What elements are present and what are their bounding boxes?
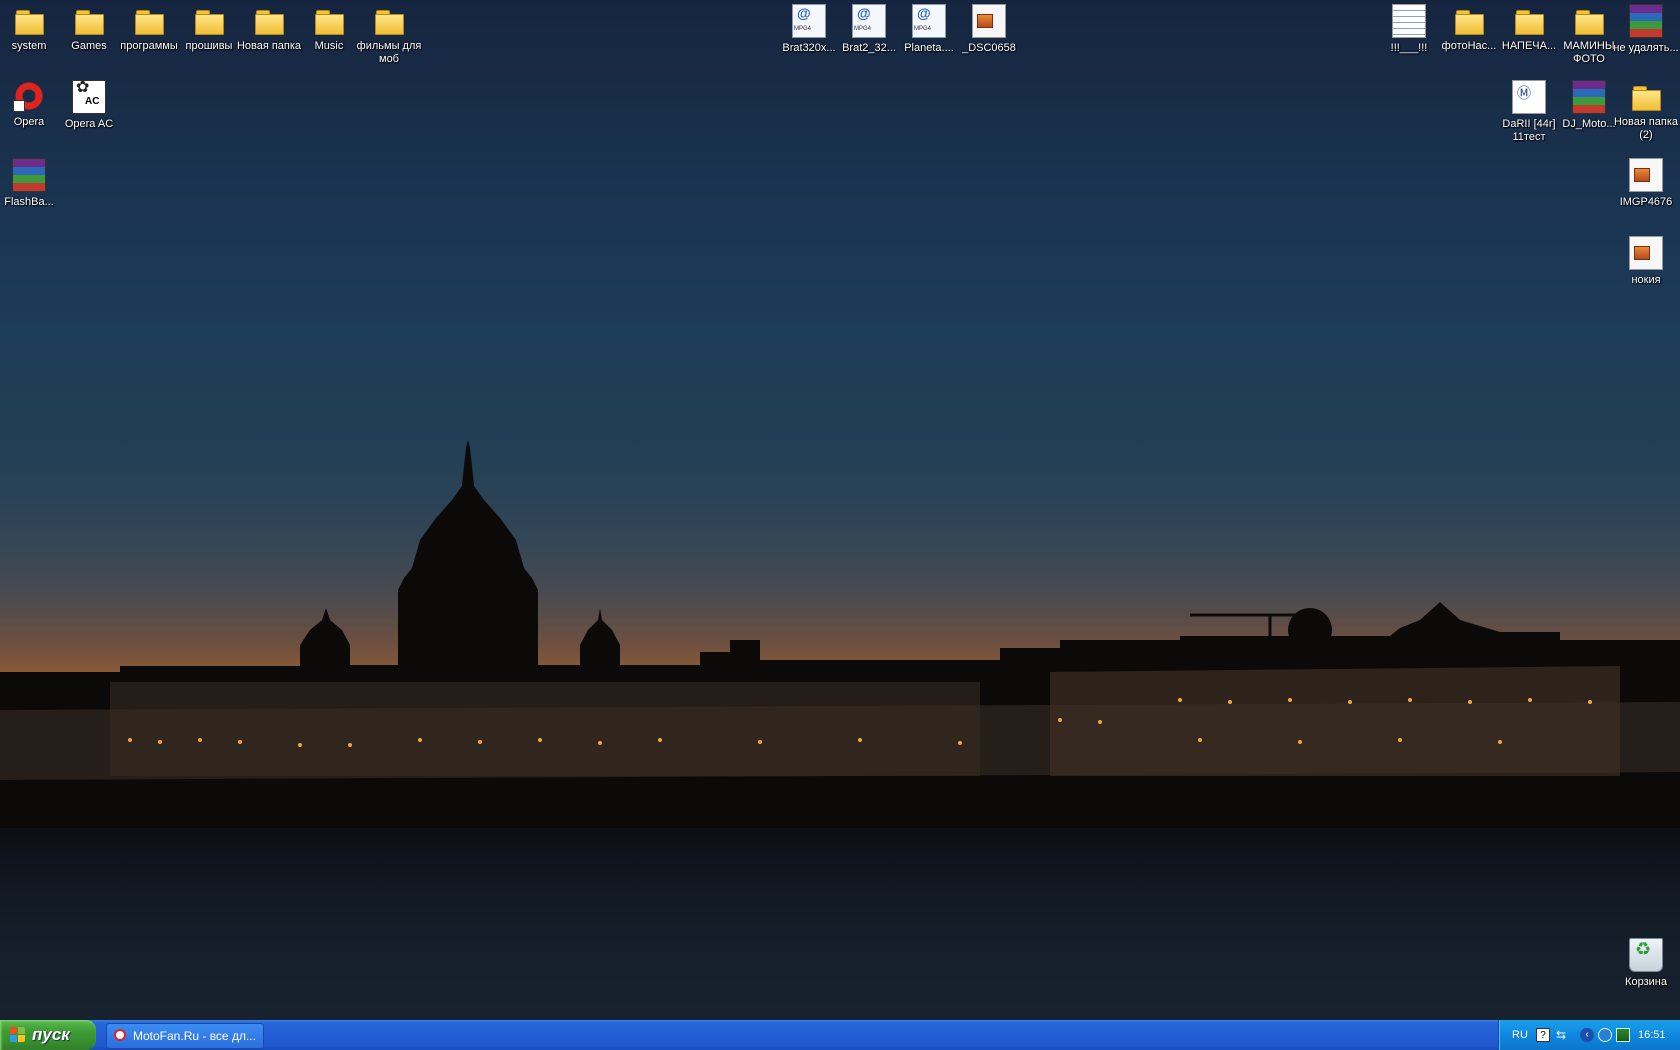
desktop-icon-flashba[interactable]: FlashBa... xyxy=(0,158,63,209)
folder-icon xyxy=(313,4,345,36)
folder-icon xyxy=(253,4,285,36)
folder-icon xyxy=(1513,4,1545,36)
wallpaper-river xyxy=(0,828,1680,1020)
start-label: пуск xyxy=(32,1025,70,1044)
desktop-icon-dsc0658[interactable]: _DSC0658 xyxy=(955,4,1023,55)
icon-label: Music xyxy=(314,40,344,52)
desktop-icon-firmware[interactable]: прошивы xyxy=(175,4,243,53)
folder-icon xyxy=(193,4,225,36)
icon-label: Новая папка (2) xyxy=(1613,116,1679,141)
folder-icon xyxy=(1573,4,1605,36)
folder-icon xyxy=(1453,4,1485,36)
desktop-icon-system[interactable]: system xyxy=(0,4,63,53)
desktop-icon-photo-nas[interactable]: фотоНас... xyxy=(1435,4,1503,53)
recycle-bin-icon xyxy=(1629,938,1663,972)
desktop-icon-napecha[interactable]: НАПЕЧА... xyxy=(1495,4,1563,53)
icon-label: FlashBa... xyxy=(4,196,54,208)
text-file-icon xyxy=(1392,4,1426,38)
icon-label: IMGP4676 xyxy=(1619,196,1673,208)
desktop-icon-exclaim-text[interactable]: !!!___!!! xyxy=(1375,4,1443,55)
winrar-archive-icon xyxy=(1572,80,1606,114)
folder-icon xyxy=(133,4,165,36)
desktop-icon-planeta[interactable]: Planeta.... xyxy=(895,4,963,55)
opera-ac-icon xyxy=(72,80,106,114)
winrar-archive-icon xyxy=(1629,4,1663,38)
icon-label: Planeta.... xyxy=(904,42,954,54)
wallpaper-city-silhouette xyxy=(0,440,1680,830)
desktop-icon-imgp4676[interactable]: IMGP4676 xyxy=(1612,158,1680,209)
winrar-archive-icon xyxy=(12,158,46,192)
desktop-icon-nokia[interactable]: нокия xyxy=(1612,236,1680,287)
icon-label: Корзина xyxy=(1625,976,1667,988)
desktop-icon-new-folder[interactable]: Новая папка xyxy=(235,4,303,53)
image-file-icon xyxy=(1629,236,1663,270)
icon-label: Новая папка xyxy=(236,40,302,52)
mpg4-file-icon xyxy=(912,4,946,38)
icon-label: Games xyxy=(71,40,107,52)
help-icon[interactable]: ? xyxy=(1536,1028,1550,1042)
icon-label: не удалять... xyxy=(1613,42,1679,54)
desktop-icon-opera-ac[interactable]: Opera AC xyxy=(55,80,123,131)
back-arrow-icon[interactable]: ‹ xyxy=(1580,1028,1594,1042)
language-indicator[interactable]: RU xyxy=(1512,1020,1528,1050)
folder-icon xyxy=(13,4,45,36)
icon-label: DaRII [44r] 11тест xyxy=(1502,118,1556,143)
desktop-icon-new-folder-2[interactable]: Новая папка (2) xyxy=(1612,80,1680,142)
mpg4-file-icon xyxy=(792,4,826,38)
desktop-icon-darii[interactable]: DaRII [44r] 11тест xyxy=(1495,80,1563,144)
icon-label: _DSC0658 xyxy=(962,42,1016,54)
icon-label: Brat2_32... xyxy=(842,42,896,54)
desktop-icon-brat320[interactable]: Brat320x... xyxy=(775,4,843,55)
icon-label: фильмы для моб xyxy=(356,40,422,65)
opera-icon xyxy=(114,1029,126,1041)
mpg4-file-icon xyxy=(852,4,886,38)
windows-logo-icon xyxy=(10,1027,26,1043)
icon-label: !!!___!!! xyxy=(1390,42,1428,54)
start-button[interactable]: пуск xyxy=(0,1020,96,1050)
icon-label: прошивы xyxy=(185,40,233,52)
image-file-icon xyxy=(972,4,1006,38)
desktop-icon-programs[interactable]: программы xyxy=(115,4,183,53)
icon-label: Opera xyxy=(13,116,45,128)
task-label: MotoFan.Ru - все дл... xyxy=(133,1029,256,1043)
desktop[interactable]: system Games программы прошивы Новая пап… xyxy=(0,0,1680,1020)
desktop-icon-mobile-films[interactable]: фильмы для моб xyxy=(355,4,423,66)
desktop-icon-brat2[interactable]: Brat2_32... xyxy=(835,4,903,55)
desktop-icon-games[interactable]: Games xyxy=(55,4,123,53)
folder-icon xyxy=(73,4,105,36)
icon-label: Brat320x... xyxy=(782,42,836,54)
desktop-icon-do-not-delete[interactable]: не удалять... xyxy=(1612,4,1680,55)
icon-label: нокия xyxy=(1631,274,1661,286)
icon-label: программы xyxy=(120,40,178,52)
connection-icon[interactable] xyxy=(1598,1028,1612,1042)
desktop-icon-recycle-bin[interactable]: Корзина xyxy=(1612,938,1680,989)
folder-icon xyxy=(1630,80,1662,112)
taskbar: пуск MotoFan.Ru - все дл... RU ? ⇆ ‹ 16:… xyxy=(0,1020,1680,1050)
network-icon[interactable]: ⇆ xyxy=(1556,1028,1570,1042)
taskbar-task-motofan[interactable]: MotoFan.Ru - все дл... xyxy=(106,1023,264,1049)
icon-label: фотоНас... xyxy=(1441,40,1497,52)
clock[interactable]: 16:51 xyxy=(1638,1020,1666,1050)
image-file-icon xyxy=(1629,158,1663,192)
icon-label: Opera AC xyxy=(64,118,114,130)
desktop-icon-opera[interactable]: Opera xyxy=(0,80,63,129)
desktop-icon-music[interactable]: Music xyxy=(295,4,363,53)
folder-icon xyxy=(373,4,405,36)
opera-icon xyxy=(13,80,45,112)
monitor-icon[interactable] xyxy=(1616,1028,1630,1042)
motorola-file-icon xyxy=(1512,80,1546,114)
icon-label: НАПЕЧА... xyxy=(1501,40,1557,52)
icon-label: system xyxy=(11,40,47,52)
